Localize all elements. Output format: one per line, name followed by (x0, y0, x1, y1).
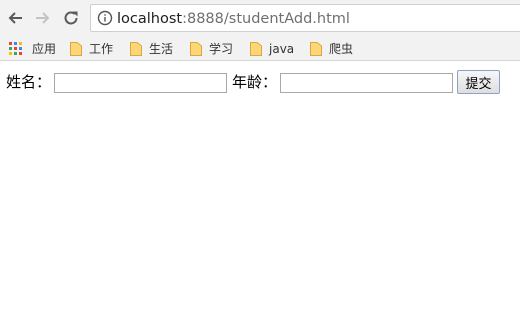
bookmark-label: 爬虫 (329, 42, 354, 56)
bookmark-folder-crawler[interactable]: 爬虫 (310, 40, 353, 57)
age-input[interactable] (280, 73, 453, 93)
apps-grid-icon (9, 42, 22, 55)
name-input[interactable] (54, 73, 227, 93)
bookmark-label: 应用 (32, 42, 57, 56)
bookmark-folder-study[interactable]: 学习 (190, 40, 233, 57)
forward-arrow-icon (36, 12, 50, 24)
age-label: 年龄： (232, 73, 278, 91)
bookmarks-bar: 应用 工作 生活 学习 java 爬虫 (0, 36, 520, 61)
bookmark-folder-work[interactable]: 工作 (70, 40, 113, 57)
back-arrow-icon (8, 12, 22, 24)
bookmark-folder-java[interactable]: java (250, 40, 294, 57)
browser-toolbar: localhost:8888/studentAdd.html (0, 0, 520, 36)
forward-button[interactable] (32, 7, 54, 29)
student-add-form: 姓名： 年龄： 提交 (6, 69, 516, 95)
bookmark-label: 学习 (209, 42, 234, 56)
url-text[interactable]: localhost:8888/studentAdd.html (117, 10, 350, 28)
reload-button[interactable] (60, 7, 82, 29)
bookmark-folder-life[interactable]: 生活 (130, 40, 173, 57)
url-path: :8888/studentAdd.html (182, 11, 350, 27)
address-bar[interactable]: localhost:8888/studentAdd.html (90, 4, 520, 32)
bookmark-label: 生活 (149, 42, 174, 56)
folder-icon (130, 41, 142, 56)
reload-icon (64, 11, 78, 25)
back-button[interactable] (4, 7, 26, 29)
bookmark-label: 工作 (89, 42, 114, 56)
folder-icon (190, 41, 202, 56)
folder-icon (250, 41, 262, 56)
url-host: localhost (117, 11, 183, 27)
folder-icon (70, 41, 82, 56)
name-label: 姓名： (6, 73, 52, 91)
submit-button[interactable]: 提交 (457, 70, 500, 94)
bookmark-label: java (269, 41, 295, 56)
info-icon[interactable] (97, 10, 113, 26)
bookmark-apps[interactable]: 应用 (9, 40, 56, 57)
folder-icon (310, 41, 322, 56)
